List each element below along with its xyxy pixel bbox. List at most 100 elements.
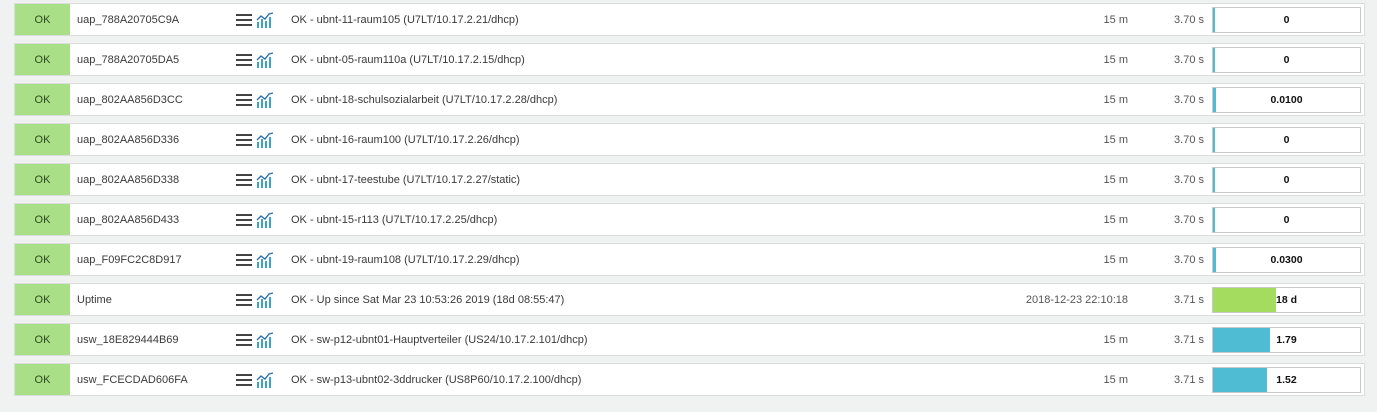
hamburger-menu-icon[interactable] [236, 372, 252, 388]
status-summary: OK - ubnt-17-teestube (U7LT/10.17.2.27/s… [291, 173, 521, 186]
graph-icon[interactable] [256, 92, 274, 108]
service-row: OK uap_802AA856D3CC OK - ubnt-18-schulso… [14, 83, 1365, 116]
state-badge: OK [15, 4, 70, 35]
service-name-link[interactable]: uap_802AA856D338 [77, 164, 179, 195]
state-badge: OK [15, 284, 70, 315]
status-summary: OK - ubnt-15-r113 (U7LT/10.17.2.25/dhcp) [291, 213, 498, 226]
state-age: 15 m [1103, 253, 1128, 266]
graph-icon[interactable] [256, 372, 274, 388]
hamburger-menu-icon[interactable] [236, 132, 252, 148]
state-age: 15 m [1103, 213, 1128, 226]
row-icons [236, 132, 274, 148]
graph-icon[interactable] [256, 332, 274, 348]
state-badge: OK [15, 244, 70, 275]
perfometer: 0 [1212, 47, 1361, 73]
state-age: 15 m [1103, 173, 1128, 186]
service-name-link[interactable]: uap_802AA856D336 [77, 124, 179, 155]
service-name-link[interactable]: usw_FCECDAD606FA [77, 364, 188, 395]
state-badge: OK [15, 84, 70, 115]
service-row: OK uap_788A20705C9A OK - ubnt-11-raum105… [14, 3, 1365, 36]
state-age: 15 m [1103, 373, 1128, 386]
graph-icon[interactable] [256, 212, 274, 228]
check-duration: 3.70 s [1174, 53, 1204, 66]
row-icons [236, 212, 274, 228]
perfometer-value: 0 [1283, 14, 1290, 26]
service-row: OK uap_802AA856D433 OK - ubnt-15-r113 (U… [14, 203, 1365, 236]
graph-icon[interactable] [256, 12, 274, 28]
perfometer: 18 d [1212, 287, 1361, 313]
perfometer-value: 0 [1283, 214, 1290, 226]
service-row: OK uap_788A20705DA5 OK - ubnt-05-raum110… [14, 43, 1365, 76]
hamburger-menu-icon[interactable] [236, 52, 252, 68]
row-icons [236, 172, 274, 188]
service-name-link[interactable]: uap_788A20705C9A [77, 4, 179, 35]
state-badge: OK [15, 324, 70, 355]
hamburger-menu-icon[interactable] [236, 332, 252, 348]
perfometer-value: 1.52 [1276, 374, 1297, 386]
check-duration: 3.70 s [1174, 213, 1204, 226]
row-icons [236, 292, 274, 308]
graph-icon[interactable] [256, 52, 274, 68]
service-table: OK uap_788A20705C9A OK - ubnt-11-raum105… [0, 0, 1377, 396]
check-duration: 3.71 s [1174, 373, 1204, 386]
check-duration: 3.70 s [1174, 13, 1204, 26]
hamburger-menu-icon[interactable] [236, 212, 252, 228]
service-row: OK uap_802AA856D338 OK - ubnt-17-teestub… [14, 163, 1365, 196]
hamburger-menu-icon[interactable] [236, 12, 252, 28]
state-age: 15 m [1103, 333, 1128, 346]
state-age: 15 m [1103, 53, 1128, 66]
perfometer-value: 1.79 [1276, 334, 1297, 346]
service-name-link[interactable]: Uptime [77, 284, 112, 315]
row-icons [236, 332, 274, 348]
service-row: OK usw_FCECDAD606FA OK - sw-p13-ubnt02-3… [14, 363, 1365, 396]
status-summary: OK - Up since Sat Mar 23 10:53:26 2019 (… [291, 293, 565, 306]
row-icons [236, 12, 274, 28]
state-age: 15 m [1103, 13, 1128, 26]
status-summary: OK - sw-p13-ubnt02-3ddrucker (US8P60/10.… [291, 373, 582, 386]
perfometer-value: 0 [1283, 134, 1290, 146]
check-duration: 3.70 s [1174, 93, 1204, 106]
service-name-link[interactable]: uap_802AA856D3CC [77, 84, 183, 115]
perfometer-value: 0.0300 [1270, 254, 1303, 266]
row-icons [236, 252, 274, 268]
service-name-link[interactable]: uap_802AA856D433 [77, 204, 179, 235]
perfometer-value: 0 [1283, 54, 1290, 66]
state-age: 15 m [1103, 133, 1128, 146]
service-name-link[interactable]: uap_F09FC2C8D917 [77, 244, 182, 275]
perfometer-value: 18 d [1275, 294, 1297, 306]
state-age: 2018-12-23 22:10:18 [1025, 293, 1128, 306]
hamburger-menu-icon[interactable] [236, 172, 252, 188]
state-badge: OK [15, 164, 70, 195]
perfometer: 0.0100 [1212, 87, 1361, 113]
graph-icon[interactable] [256, 172, 274, 188]
state-badge: OK [15, 204, 70, 235]
perfometer: 0.0300 [1212, 247, 1361, 273]
status-summary: OK - ubnt-05-raum110a (U7LT/10.17.2.15/d… [291, 53, 525, 66]
status-summary: OK - ubnt-11-raum105 (U7LT/10.17.2.21/dh… [291, 13, 519, 26]
status-summary: OK - ubnt-18-schulsozialarbeit (U7LT/10.… [291, 93, 558, 106]
state-badge: OK [15, 44, 70, 75]
hamburger-menu-icon[interactable] [236, 252, 252, 268]
perfometer: 0 [1212, 7, 1361, 33]
service-row: OK usw_18E829444B69 OK - sw-p12-ubnt01-H… [14, 323, 1365, 356]
check-duration: 3.70 s [1174, 173, 1204, 186]
perfometer: 0 [1212, 127, 1361, 153]
graph-icon[interactable] [256, 132, 274, 148]
perfometer: 1.52 [1212, 367, 1361, 393]
service-row: OK uap_F09FC2C8D917 OK - ubnt-19-raum108… [14, 243, 1365, 276]
check-duration: 3.70 s [1174, 133, 1204, 146]
perfometer-value: 0 [1283, 174, 1290, 186]
hamburger-menu-icon[interactable] [236, 92, 252, 108]
row-icons [236, 52, 274, 68]
service-row: OK Uptime OK - Up since Sat Mar 23 10:53… [14, 283, 1365, 316]
graph-icon[interactable] [256, 252, 274, 268]
perfometer: 0 [1212, 167, 1361, 193]
hamburger-menu-icon[interactable] [236, 292, 252, 308]
status-summary: OK - ubnt-16-raum100 (U7LT/10.17.2.26/dh… [291, 133, 520, 146]
graph-icon[interactable] [256, 292, 274, 308]
check-duration: 3.71 s [1174, 333, 1204, 346]
check-duration: 3.71 s [1174, 293, 1204, 306]
service-name-link[interactable]: usw_18E829444B69 [77, 324, 179, 355]
state-badge: OK [15, 364, 70, 395]
service-name-link[interactable]: uap_788A20705DA5 [77, 44, 179, 75]
